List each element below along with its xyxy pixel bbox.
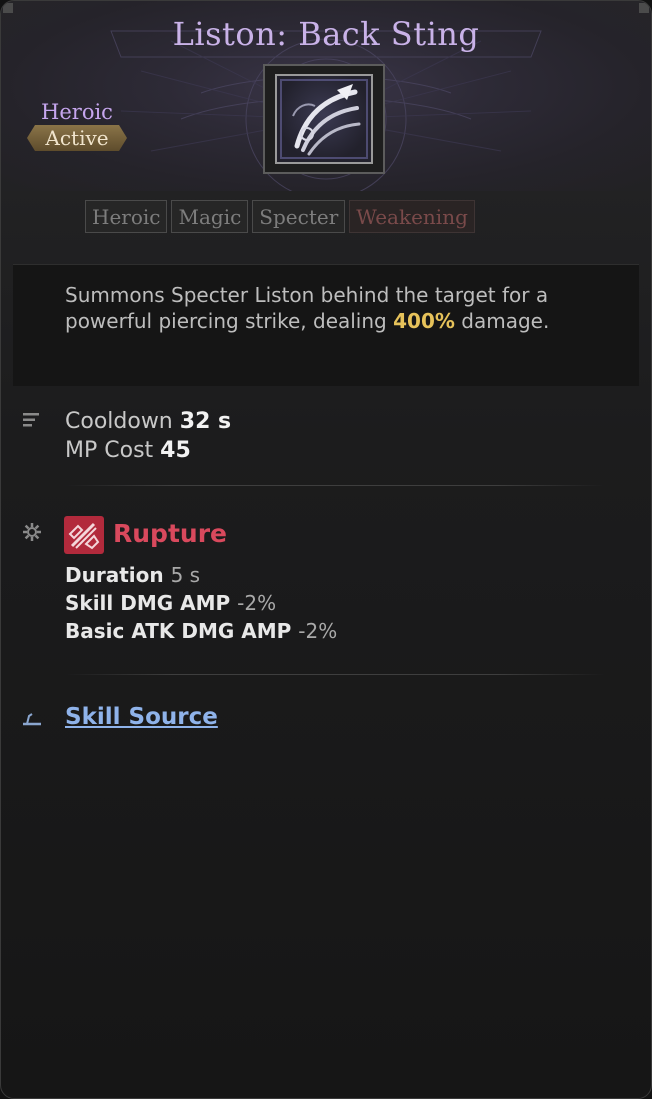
specter-claw-icon xyxy=(275,74,373,164)
tag-magic: Magic xyxy=(171,200,249,233)
list-icon xyxy=(23,412,41,432)
description-text-end: damage. xyxy=(454,309,550,333)
cooldown-value: 32 s xyxy=(179,409,232,434)
skill-tags: Heroic Magic Specter Weakening xyxy=(85,200,475,235)
effect-value: -2% xyxy=(237,591,277,615)
skill-description-box: Summons Specter Liston behind the target… xyxy=(13,264,639,386)
tag-heroic: Heroic xyxy=(85,200,168,233)
effect-basic-atk-dmg-amp: Basic ATK DMG AMP -2% xyxy=(65,618,337,644)
mp-cost-value: 45 xyxy=(160,438,191,463)
effect-value: -2% xyxy=(298,619,338,643)
effect-label: Skill DMG AMP xyxy=(65,591,231,615)
skill-icon-frame xyxy=(263,64,385,174)
skill-type-badge: Active xyxy=(27,125,127,151)
damage-percent: 400% xyxy=(393,309,455,333)
tag-specter: Specter xyxy=(252,200,346,233)
mp-cost-label: MP Cost xyxy=(65,438,154,463)
effect-name: Rupture xyxy=(113,519,227,548)
skill-description: Summons Specter Liston behind the target… xyxy=(65,282,625,334)
skill-grade: Heroic xyxy=(41,100,113,124)
cooldown-stat: Cooldown 32 s xyxy=(65,407,231,436)
skill-tooltip-panel: Liston: Back Sting Heroic Active Heroic … xyxy=(0,0,652,1099)
mp-cost-stat: MP Cost 45 xyxy=(65,436,191,465)
skill-source-link[interactable]: Skill Source xyxy=(65,704,218,730)
cooldown-label: Cooldown xyxy=(65,409,173,434)
effect-duration: Duration 5 s xyxy=(65,562,200,588)
tag-weakening: Weakening xyxy=(349,200,475,233)
gear-icon xyxy=(22,522,42,546)
tooltip-header: Liston: Back Sting Heroic Active xyxy=(1,1,651,191)
rupture-icon xyxy=(64,516,104,554)
skill-grade-block: Heroic Active xyxy=(23,99,131,151)
skill-title: Liston: Back Sting xyxy=(172,15,480,53)
divider xyxy=(65,485,605,486)
effect-skill-dmg-amp: Skill DMG AMP -2% xyxy=(65,590,276,616)
effect-value: 5 s xyxy=(170,563,201,587)
divider xyxy=(65,674,605,675)
effect-label: Basic ATK DMG AMP xyxy=(65,619,292,643)
source-icon xyxy=(21,711,43,730)
effect-label: Duration xyxy=(65,563,164,587)
